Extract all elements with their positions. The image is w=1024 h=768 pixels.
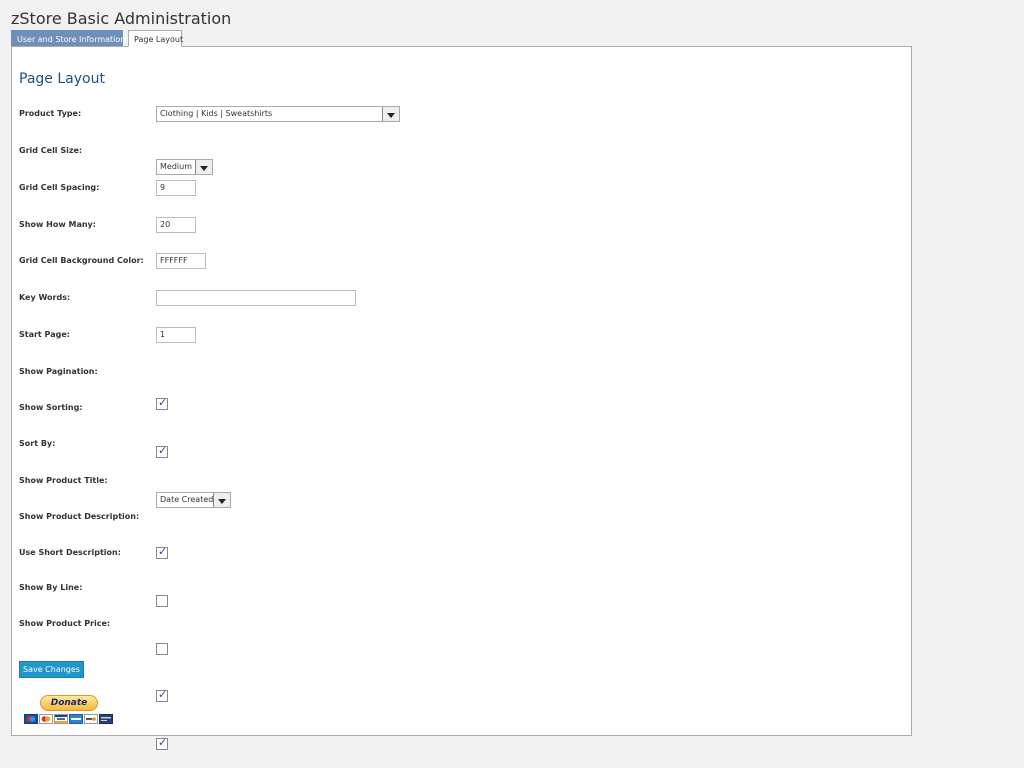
show-sorting-label: Show Sorting: xyxy=(19,403,83,412)
amex-icon xyxy=(69,714,83,724)
show-how-many-label: Show How Many: xyxy=(19,220,96,229)
show-product-price-checkbox[interactable]: ✓ xyxy=(156,736,168,750)
show-by-line-checkbox[interactable]: ✓ xyxy=(156,688,168,702)
show-product-title-label: Show Product Title: xyxy=(19,476,108,485)
show-product-title-checkbox[interactable]: ✓ xyxy=(156,545,168,559)
panel-heading: Page Layout xyxy=(19,71,105,87)
checkmark-icon: ✓ xyxy=(158,688,168,701)
page-layout-panel: Page Layout Product Type: Clothing | Kid… xyxy=(11,46,912,750)
start-page-input[interactable]: 1 xyxy=(156,327,196,343)
tab-page-layout[interactable]: Page Layout xyxy=(128,30,183,47)
grid-cell-background-color-label: Grid Cell Background Color: xyxy=(19,256,144,265)
discover-icon xyxy=(84,714,98,724)
grid-cell-spacing-label: Grid Cell Spacing: xyxy=(19,183,100,192)
visa-icon xyxy=(54,714,68,724)
bank-card-icon xyxy=(99,714,113,724)
save-changes-button[interactable]: Save Changes xyxy=(19,661,84,678)
show-product-description-checkbox[interactable] xyxy=(156,595,168,607)
show-how-many-input[interactable]: 20 xyxy=(156,217,196,233)
show-sorting-checkbox[interactable]: ✓ xyxy=(156,444,168,458)
product-type-value: Clothing | Kids | Sweatshirts xyxy=(160,109,273,118)
page-title: zStore Basic Administration xyxy=(11,9,232,28)
start-page-label: Start Page: xyxy=(19,330,70,339)
chevron-down-icon[interactable] xyxy=(195,160,212,174)
show-pagination-label: Show Pagination: xyxy=(19,367,98,376)
use-short-description-label: Use Short Description: xyxy=(19,548,121,557)
grid-cell-spacing-input[interactable]: 9 xyxy=(156,180,196,196)
sort-by-select[interactable]: Date Created xyxy=(156,492,231,508)
sort-by-value: Date Created xyxy=(160,495,214,504)
key-words-label: Key Words: xyxy=(19,293,71,302)
donate-button[interactable]: Donate xyxy=(40,695,98,711)
checkmark-icon: ✓ xyxy=(158,545,168,558)
grid-cell-size-select[interactable]: Medium xyxy=(156,159,213,175)
payment-cards xyxy=(24,714,113,724)
checkmark-icon: ✓ xyxy=(158,444,168,457)
key-words-input[interactable] xyxy=(156,290,356,306)
chevron-down-icon[interactable] xyxy=(213,493,230,507)
checkmark-icon: ✓ xyxy=(158,736,168,749)
maestro-card-icon xyxy=(24,714,38,724)
grid-cell-size-value: Medium xyxy=(160,162,192,171)
grid-cell-background-color-input[interactable]: FFFFFF xyxy=(156,253,206,269)
chevron-down-icon[interactable] xyxy=(382,107,399,121)
product-type-select[interactable]: Clothing | Kids | Sweatshirts xyxy=(156,106,400,122)
show-pagination-checkbox[interactable]: ✓ xyxy=(156,396,168,410)
product-type-label: Product Type: xyxy=(19,109,82,118)
grid-cell-size-label: Grid Cell Size: xyxy=(19,146,83,155)
show-by-line-label: Show By Line: xyxy=(19,583,83,592)
use-short-description-checkbox[interactable] xyxy=(156,643,168,655)
show-product-description-label: Show Product Description: xyxy=(19,512,140,521)
tab-user-and-store-information[interactable]: User and Store Information xyxy=(11,30,125,47)
sort-by-label: Sort By: xyxy=(19,439,56,448)
show-product-price-label: Show Product Price: xyxy=(19,619,111,628)
mastercard-icon xyxy=(39,714,53,724)
checkmark-icon: ✓ xyxy=(158,396,168,409)
